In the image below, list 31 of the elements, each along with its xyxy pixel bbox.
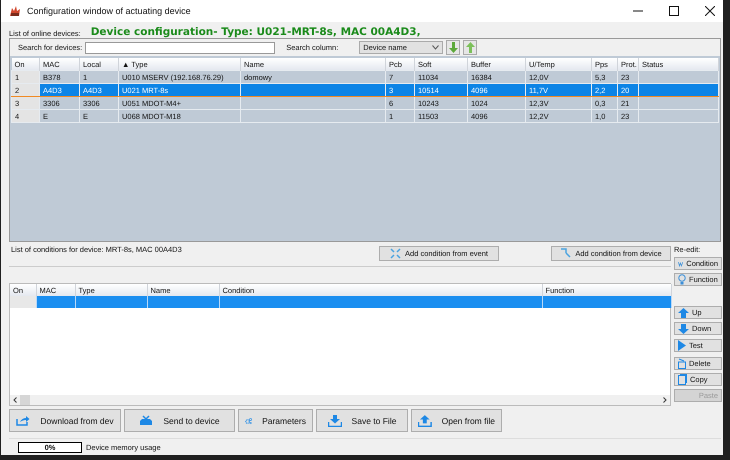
app-icon <box>9 5 21 17</box>
horizontal-scrollbar[interactable] <box>10 395 670 405</box>
action-button[interactable]: Send to device <box>124 409 235 432</box>
condition-row[interactable] <box>10 296 671 308</box>
scroll-right-icon[interactable] <box>663 397 667 403</box>
cursor-icon <box>560 248 572 259</box>
download-icon <box>328 414 342 426</box>
action-button[interactable]: Open from file <box>411 409 502 432</box>
heading: Device configuration- Type: U021-MRT-8s, MAC 00A4D3, <box>90 26 421 38</box>
window-title: Configuration window of actuating device <box>27 6 191 16</box>
copy-icon <box>678 374 687 385</box>
maximize-icon[interactable] <box>669 6 679 16</box>
scrollbar-thumb[interactable] <box>20 395 30 405</box>
export-icon <box>16 415 30 426</box>
delete-icon <box>678 358 686 369</box>
down-arrow-button[interactable] <box>446 40 460 55</box>
action-button[interactable]: Parameters <box>238 409 313 432</box>
tray-icon <box>139 415 154 426</box>
scroll-left-icon[interactable] <box>13 397 17 403</box>
search-field[interactable] <box>85 42 276 54</box>
lightbulb-icon <box>678 274 686 285</box>
action-button[interactable]: Save to File <box>316 409 408 432</box>
up-arrow-button[interactable] <box>463 40 478 55</box>
arrows-icon <box>390 248 402 259</box>
upload-icon <box>418 414 432 426</box>
action-button[interactable]: Download from dev <box>9 409 121 432</box>
down-arrow-icon <box>678 324 689 334</box>
chevron-icon <box>432 45 440 50</box>
up-arrow-icon <box>678 308 689 318</box>
close-icon[interactable] <box>705 6 715 16</box>
play-icon <box>678 340 686 351</box>
